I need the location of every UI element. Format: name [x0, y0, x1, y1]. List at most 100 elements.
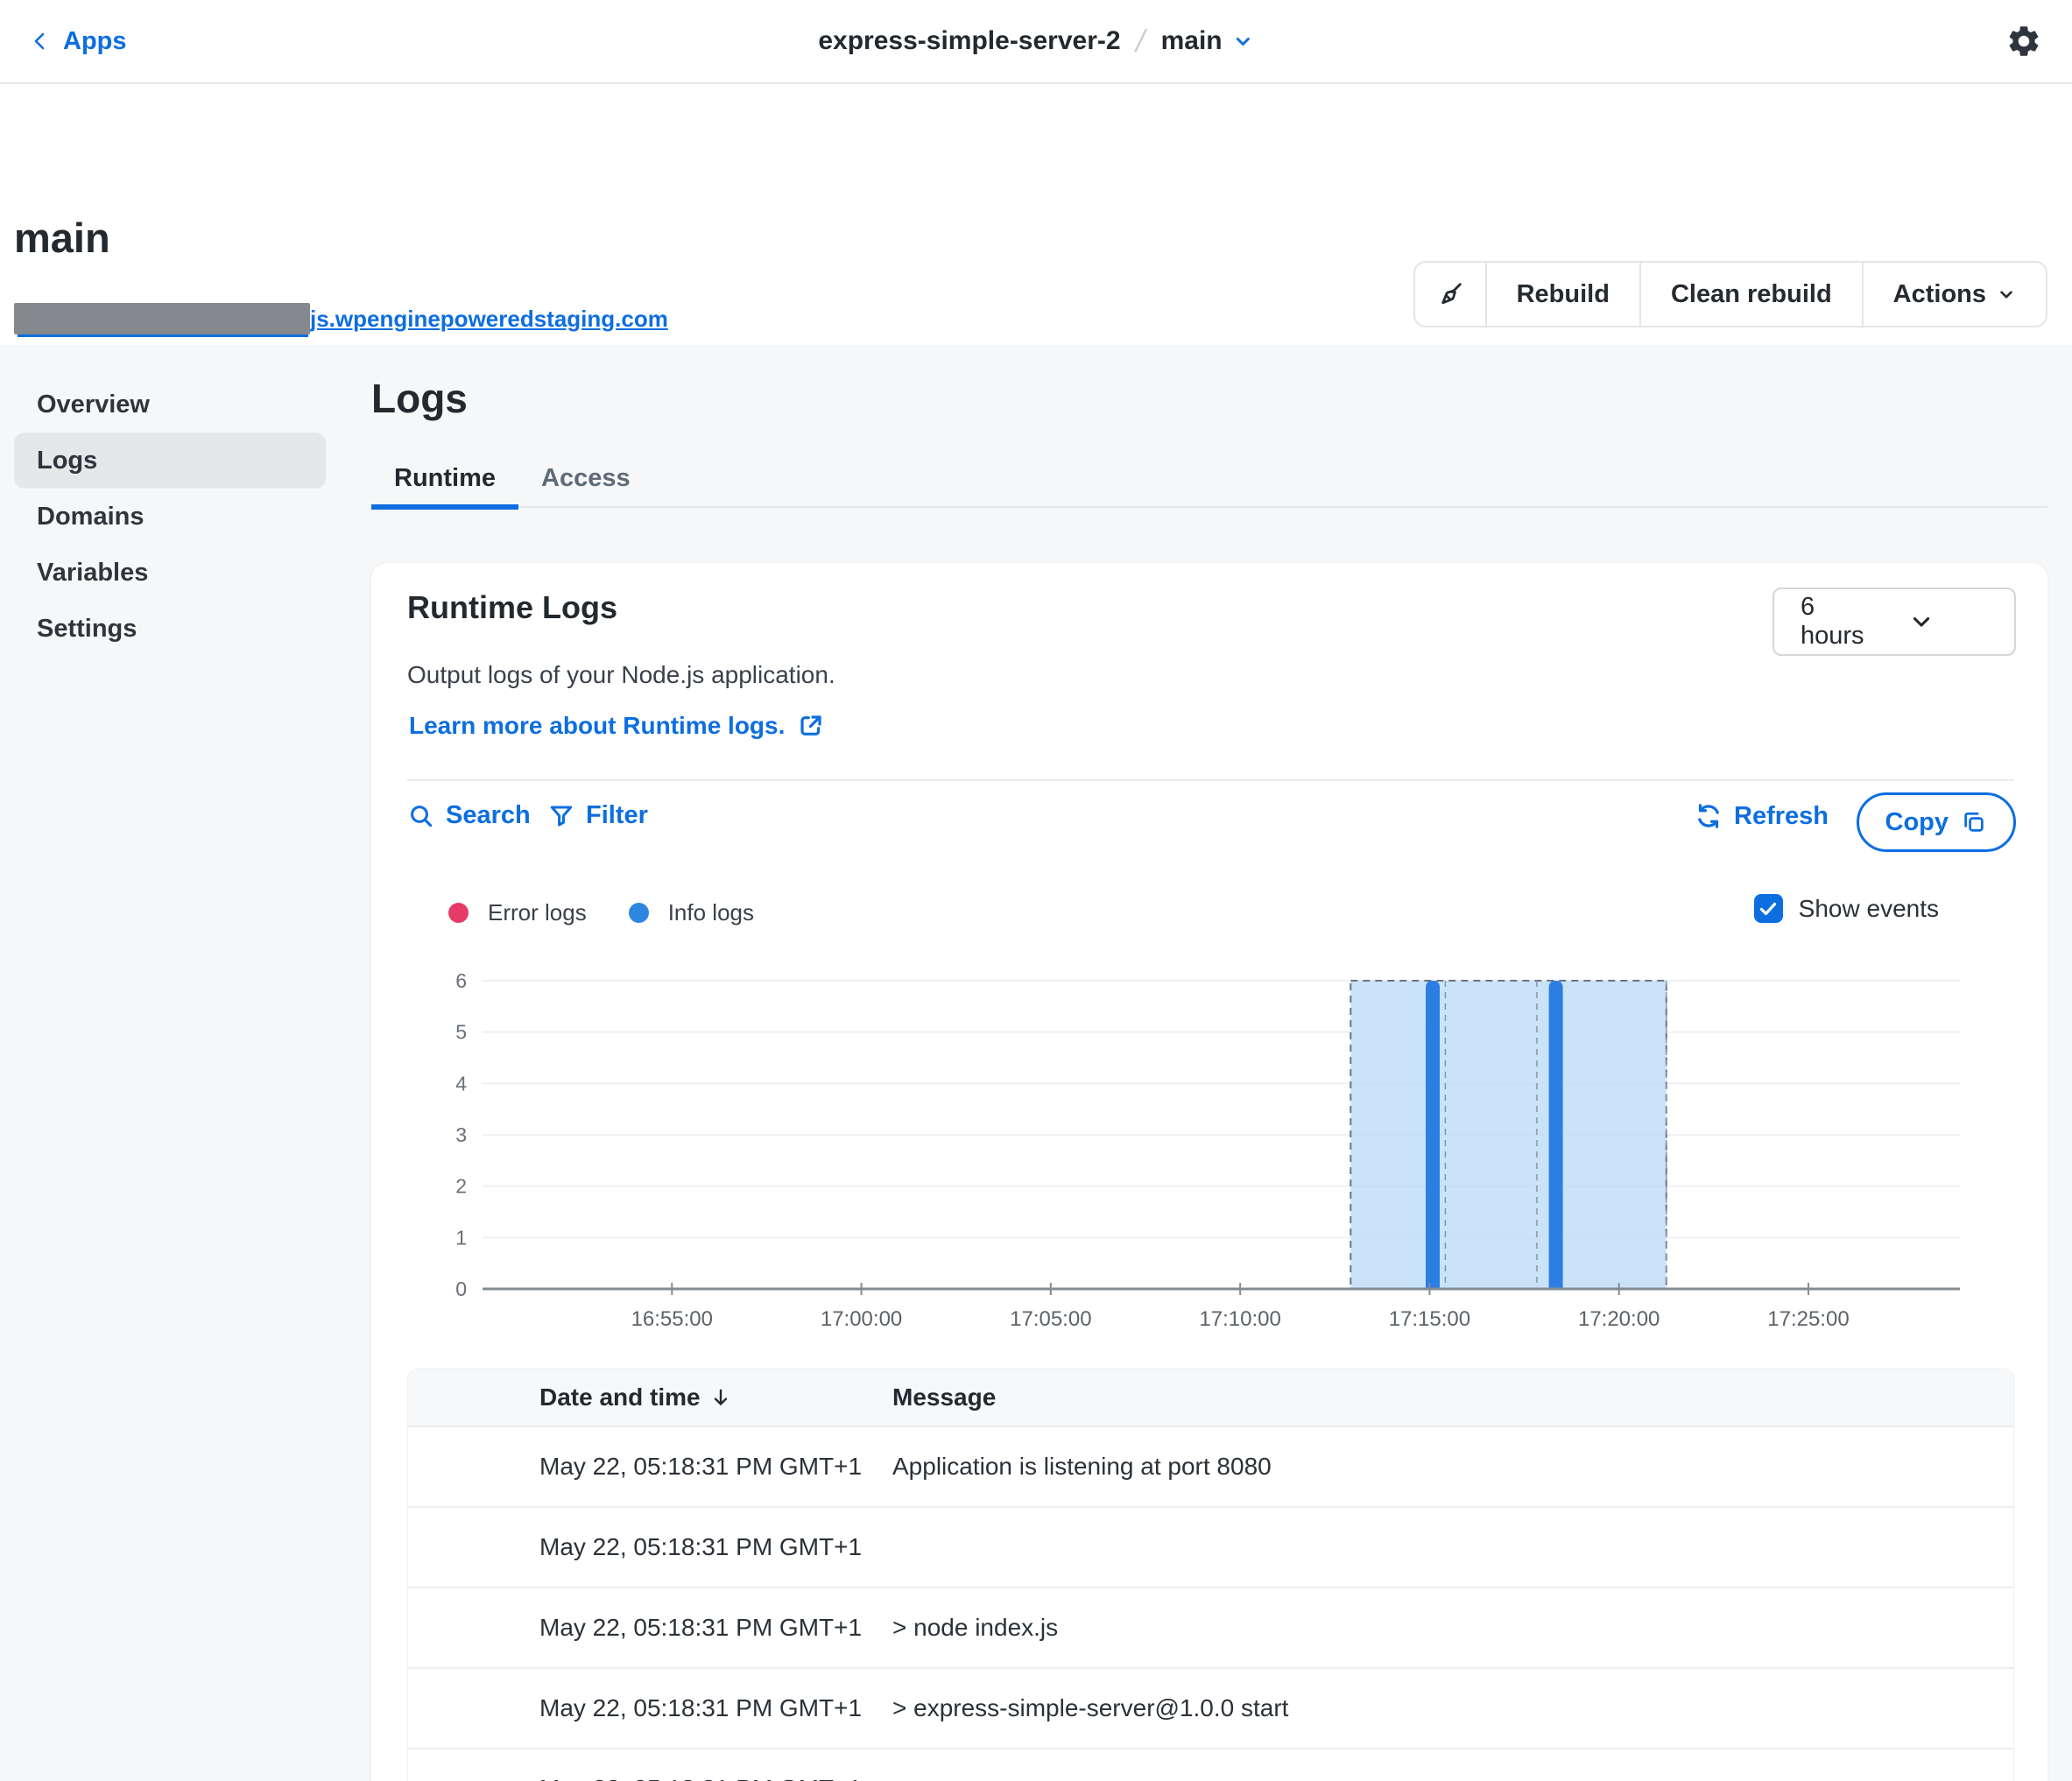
table-row[interactable]: May 22, 05:18:31 PM GMT+1	[408, 1508, 2013, 1588]
log-date: May 22, 05:18:31 PM GMT+1	[539, 1614, 892, 1642]
hero-section: main js.wpenginepoweredstaging.com Rebui…	[0, 82, 2072, 345]
time-range-value: 6 hours	[1801, 593, 1883, 651]
chevron-left-icon	[30, 28, 51, 54]
breadcrumb-separator: /	[1132, 23, 1149, 60]
clean-cache-button[interactable]	[1415, 263, 1485, 326]
learn-more-link[interactable]: Learn more about Runtime logs.	[409, 712, 825, 740]
time-range-select[interactable]: 6 hours	[1772, 588, 2016, 656]
filter-funnel-icon	[547, 802, 575, 830]
chart-legend: Error logs Info logs	[448, 899, 754, 926]
column-date-label: Date and time	[539, 1383, 701, 1411]
table-row[interactable]: May 22, 05:18:31 PM GMT+1> express-simpl…	[408, 1669, 2013, 1749]
log-message: > express-simple-server@1.0.0 start	[892, 1694, 2013, 1722]
filter-button[interactable]: Filter	[547, 801, 648, 830]
check-icon	[1758, 898, 1779, 919]
log-table-body: May 22, 05:18:31 PM GMT+1 Application is …	[408, 1427, 2013, 1781]
x-tick-label: 17:10:00	[1199, 1307, 1280, 1331]
y-tick-label: 0	[455, 1278, 467, 1300]
table-row[interactable]: May 22, 05:18:31 PM GMT+1	[408, 1749, 2013, 1781]
log-event-bar[interactable]	[1426, 981, 1440, 1289]
refresh-button[interactable]: Refresh	[1694, 801, 1829, 831]
environment-url-row: js.wpenginepoweredstaging.com	[14, 303, 668, 334]
actions-label: Actions	[1893, 280, 1986, 309]
log-message: > node index.js	[892, 1614, 2013, 1642]
legend-dot	[448, 903, 469, 923]
log-date: May 22, 05:18:31 PM GMT+1	[539, 1694, 892, 1722]
sort-descending-icon	[709, 1386, 732, 1409]
card-title: Runtime Logs	[407, 589, 617, 626]
logs-tabs: RuntimeAccess	[371, 452, 2047, 508]
legend-item-info-logs: Info logs	[629, 899, 754, 926]
tab-access[interactable]: Access	[518, 452, 653, 510]
actions-dropdown-button[interactable]: Actions	[1864, 263, 2046, 326]
log-date: May 22, 05:18:31 PM GMT+1	[539, 1533, 892, 1561]
log-table: Date and time Message May 22, 05:18:31 P…	[407, 1369, 2014, 1781]
runtime-logs-card: Runtime Logs 6 hours Output logs of your…	[371, 563, 2047, 1781]
environment-title: main	[14, 214, 110, 262]
table-row[interactable]: May 22, 05:18:31 PM GMT+1Application is …	[408, 1427, 2013, 1508]
sidebar-item-variables[interactable]: Variables	[14, 545, 326, 601]
gear-icon	[2005, 23, 2042, 60]
chevron-down-icon	[1997, 285, 2016, 304]
show-events-label: Show events	[1799, 895, 1939, 923]
y-tick-label: 3	[455, 1123, 467, 1146]
learn-more-label: Learn more about Runtime logs.	[409, 712, 785, 740]
sidebar-item-domains[interactable]: Domains	[14, 489, 326, 545]
runtime-logs-chart: 012345616:55:0017:00:0017:05:0017:10:001…	[385, 964, 2014, 1332]
show-events-toggle[interactable]: Show events	[1754, 894, 1939, 923]
y-tick-label: 2	[455, 1175, 467, 1198]
external-link-icon	[797, 712, 825, 740]
copy-label: Copy	[1885, 808, 1949, 837]
back-label: Apps	[63, 27, 127, 56]
sidebar-nav: OverviewLogsDomainsVariablesSettings	[14, 377, 326, 657]
log-event-bar[interactable]	[1549, 981, 1563, 1289]
chevron-down-icon	[1233, 31, 1254, 52]
table-row[interactable]: May 22, 05:18:31 PM GMT+1> node index.js	[408, 1588, 2013, 1669]
clean-rebuild-button[interactable]: Clean rebuild	[1641, 263, 1862, 326]
show-events-checkbox[interactable]	[1754, 894, 1783, 923]
copy-button[interactable]: Copy	[1857, 792, 2017, 852]
settings-gear-button[interactable]	[2005, 0, 2042, 82]
legend-item-error-logs: Error logs	[448, 899, 587, 926]
legend-label: Info logs	[668, 899, 754, 926]
legend-dot	[629, 903, 649, 923]
branch-selector[interactable]: main	[1161, 26, 1254, 56]
tab-runtime[interactable]: Runtime	[371, 452, 518, 510]
x-tick-label: 17:15:00	[1389, 1307, 1470, 1331]
chevron-down-icon	[1909, 609, 1991, 634]
sidebar-item-logs[interactable]: Logs	[14, 433, 326, 489]
top-header: Apps express-simple-server-2 / main	[0, 0, 2072, 84]
back-to-apps-link[interactable]: Apps	[30, 0, 127, 82]
column-message[interactable]: Message	[892, 1383, 2013, 1411]
branch-name: main	[1161, 26, 1223, 56]
x-tick-label: 17:05:00	[1010, 1307, 1091, 1331]
y-tick-label: 5	[455, 1021, 467, 1044]
x-tick-label: 17:00:00	[821, 1307, 902, 1331]
rebuild-button[interactable]: Rebuild	[1487, 263, 1639, 326]
selection-region[interactable]	[1350, 981, 1666, 1289]
app-name: express-simple-server-2	[818, 26, 1120, 56]
search-button[interactable]: Search	[407, 801, 531, 830]
legend-label: Error logs	[488, 899, 587, 926]
x-tick-label: 17:25:00	[1767, 1307, 1849, 1331]
environment-actions-group: Rebuild Clean rebuild Actions	[1413, 261, 2047, 327]
environment-url-link[interactable]: js.wpenginepoweredstaging.com	[310, 306, 668, 332]
sidebar-item-overview[interactable]: Overview	[14, 377, 326, 433]
x-tick-label: 17:20:00	[1578, 1307, 1660, 1331]
y-tick-label: 4	[455, 1072, 467, 1095]
y-tick-label: 1	[455, 1226, 467, 1249]
broom-icon	[1434, 278, 1466, 310]
refresh-icon	[1694, 801, 1723, 831]
search-label: Search	[446, 801, 531, 830]
log-date: May 22, 05:18:31 PM GMT+1	[539, 1775, 892, 1781]
column-message-label: Message	[892, 1383, 996, 1411]
card-description: Output logs of your Node.js application.	[407, 661, 835, 689]
column-date[interactable]: Date and time	[539, 1383, 892, 1411]
log-table-header: Date and time Message	[408, 1369, 2013, 1427]
refresh-label: Refresh	[1734, 802, 1829, 831]
sidebar-item-settings[interactable]: Settings	[14, 601, 326, 657]
log-message: Application is listening at port 8080	[892, 1453, 2013, 1481]
redaction-box	[14, 303, 310, 334]
chart-area[interactable]: 012345616:55:0017:00:0017:05:0017:10:001…	[385, 964, 2014, 1332]
search-icon	[407, 802, 435, 830]
